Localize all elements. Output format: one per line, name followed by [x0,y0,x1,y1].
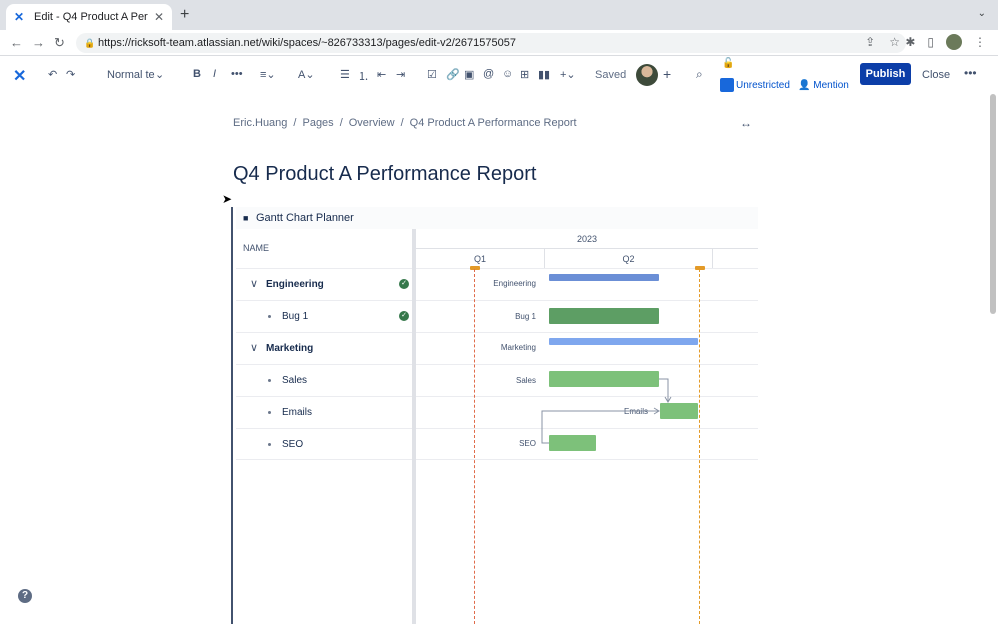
more-formatting-icon[interactable]: ••• [231,68,243,80]
bullet-icon [268,315,271,318]
unlock-icon: 🔓 [722,58,735,69]
timeline-pane: 2023 Q1 Q2 Engineering Bug 1 Marketing S… [416,229,758,624]
breadcrumb: Eric.Huang / Pages / Overview / Q4 Product … [233,117,577,129]
address-bar-row: ← → ↻ 🔒 https://ricksoft-team.atlassian.… [0,30,998,56]
browser-tab[interactable]: ✕ Edit - Q4 Product A Performance ✕ [6,4,172,30]
task-list-pane: NAME ∨ Engineering ✓ Bug 1 ✓ ∨ Marketing… [236,229,412,624]
page-title[interactable]: Q4 Product A Performance Report [233,163,537,186]
close-tab-icon[interactable]: ✕ [154,10,164,24]
name-column-header: NAME [243,243,270,253]
more-actions-icon[interactable]: ••• [964,66,977,80]
browser-tab-bar: ✕ Edit - Q4 Product A Performance ✕ + ⌄ [0,0,998,30]
task-name: Emails [282,407,313,418]
task-row-marketing[interactable]: ∨ Marketing [236,332,412,364]
bold-icon[interactable]: B [193,68,201,80]
redo-icon[interactable]: ↷ [66,68,75,81]
lock-icon: 🔒 [84,38,96,48]
forward-icon[interactable]: → [32,35,45,50]
close-button[interactable]: Close [922,69,950,81]
insert-icon[interactable]: +⌄ [560,68,576,81]
numbered-list-icon[interactable]: ⒈ [358,68,369,84]
invite-icon[interactable]: + [663,66,671,82]
task-name: SEO [282,439,304,450]
url-input[interactable]: 🔒 https://ricksoft-team.atlassian.net/wi… [76,33,906,53]
task-name: Sales [282,375,308,386]
bullet-icon [268,379,271,382]
url-text: https://ricksoft-team.atlassian.net/wiki… [98,37,516,49]
task-row-engineering[interactable]: ∨ Engineering ✓ [236,268,412,300]
macro-selection-line [231,207,233,624]
publish-button[interactable]: Publish [860,63,911,85]
file-icon: ■ [243,213,249,223]
full-width-toggle-icon[interactable]: ↔ [740,116,752,130]
chevron-down-icon[interactable]: ⌄ [978,8,986,19]
bullet-list-icon[interactable]: ☰ [340,68,350,81]
star-icon[interactable]: ☆ [889,35,900,49]
check-icon: ✓ [399,311,409,321]
chevron-down-icon[interactable]: ∨ [250,341,258,354]
check-icon: ✓ [399,279,409,289]
task-row-emails[interactable]: Emails [236,396,412,428]
task-icon[interactable]: ☑ [427,68,437,81]
restrictions-label: Unrestricted [736,79,790,91]
mouse-cursor-icon: ➤ [222,192,233,206]
confluence-favicon-icon: ✕ [14,10,25,24]
image-icon[interactable]: ▣ [464,68,474,81]
text-style-label: Normal text [107,69,155,81]
collaborator-avatar[interactable] [636,64,658,86]
align-icon[interactable]: ≡⌄ [260,68,276,81]
sidebar-icon[interactable]: ▯ [927,35,934,49]
link-icon[interactable]: 🔗 [446,68,460,81]
task-name: Bug 1 [282,311,309,322]
breadcrumb-item[interactable]: Pages [302,117,333,129]
profile-avatar[interactable] [946,34,962,50]
outdent-icon[interactable]: ⇤ [377,68,386,81]
gantt-header: ■ Gantt Chart Planner [236,207,758,229]
share-icon[interactable]: ⇪ [865,35,875,49]
saved-status: Saved [595,69,627,81]
task-row-sales[interactable]: Sales [236,364,412,396]
extensions-icon[interactable]: ✱ [905,35,915,49]
document-icon [720,78,734,92]
browser-menu-icon[interactable]: ⋮ [974,35,986,49]
back-icon[interactable]: ← [10,35,23,50]
task-name: Marketing [266,343,314,354]
breadcrumb-item[interactable]: Overview [349,117,395,129]
reload-icon[interactable]: ↻ [54,35,65,51]
undo-icon[interactable]: ↶ [48,68,57,81]
text-color-icon[interactable]: A⌄ [298,68,315,81]
breadcrumb-item[interactable]: Q4 Product A Performance Report [410,117,577,129]
task-row-bug-1[interactable]: Bug 1 ✓ [236,300,412,332]
indent-icon[interactable]: ⇥ [396,68,405,81]
task-row-seo[interactable]: SEO [236,428,412,460]
mention-icon[interactable]: @ [483,68,494,80]
bullet-icon [268,411,271,414]
page-scrollbar[interactable] [990,94,996,314]
breadcrumb-item[interactable]: Eric.Huang [233,117,287,129]
dependency-arrows [541,378,672,444]
chevron-down-icon[interactable]: ∨ [250,277,258,290]
restrictions-button[interactable]: Unrestricted [720,78,790,92]
confluence-logo-icon[interactable]: ✕ [13,66,26,86]
user-icon: 👤 [798,80,811,91]
gantt-title: Gantt Chart Planner [256,212,354,224]
table-icon[interactable]: ⊞ [520,68,529,81]
search-icon[interactable]: ⌕ [696,67,703,82]
italic-icon[interactable]: I [213,68,216,80]
help-icon[interactable]: ? [18,589,32,603]
bullet-icon [268,443,271,446]
text-style-dropdown[interactable]: Normal text⌄ [107,68,164,81]
task-name: Engineering [266,279,324,290]
editor-toolbar: ✕ ↶ ↷ Normal text⌄ B I ••• ≡⌄ A⌄ ☰ ⒈ ⇤ ⇥… [0,56,998,94]
mention-button[interactable]: 👤 Mention [798,80,849,91]
tab-title: Edit - Q4 Product A Performance [34,11,148,23]
emoji-icon[interactable]: ☺ [502,68,513,80]
new-tab-icon[interactable]: + [180,6,189,24]
mention-label: Mention [813,80,849,91]
gantt-chart: ■ Gantt Chart Planner NAME ∨ Engineering… [236,207,758,624]
layout-icon[interactable]: ▮▮ [538,68,550,81]
